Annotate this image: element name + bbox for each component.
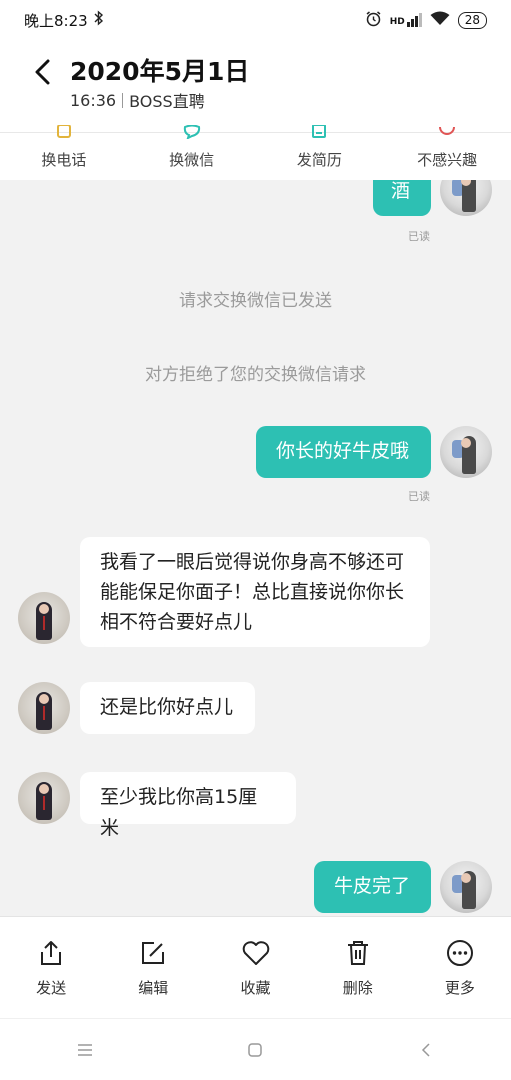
status-bar: 晚上8:23 HD 28	[0, 0, 511, 40]
system-message: 对方拒绝了您的交换微信请求	[145, 365, 366, 385]
menu-nav-button[interactable]	[65, 1030, 105, 1070]
action-label: 不感兴趣	[417, 151, 478, 169]
message-text: 还是比你好点儿	[100, 696, 234, 718]
phone-icon	[56, 125, 71, 138]
more-button[interactable]: 更多	[409, 917, 511, 1018]
contact-avatar[interactable]	[18, 592, 70, 644]
back-nav-button[interactable]	[406, 1030, 446, 1070]
edit-icon	[139, 939, 167, 967]
contact-avatar[interactable]	[18, 682, 70, 734]
chevron-left-icon	[35, 59, 50, 85]
message-text: 酒	[391, 180, 411, 202]
chat-time: 16:36	[70, 90, 117, 110]
chat-source: BOSS直聘	[129, 92, 205, 111]
back-button[interactable]	[26, 56, 58, 88]
message-text: 牛皮完了	[334, 875, 411, 897]
my-avatar[interactable]	[440, 861, 492, 913]
message-text: 你长的好牛皮哦	[276, 440, 410, 462]
message-text-line: 能能保足你面子！总比直接说你你长	[100, 581, 405, 603]
action-label: 换微信	[169, 151, 215, 169]
chat-messages[interactable]: 酒 已读 请求交换微信已发送 对方拒绝了您的交换微信请求 你长的好牛皮哦 已读 …	[0, 180, 511, 916]
system-navigation-bar	[0, 1018, 511, 1080]
system-message: 请求交换微信已发送	[179, 291, 332, 311]
home-nav-button[interactable]	[235, 1030, 275, 1070]
tool-label: 编辑	[138, 979, 169, 997]
message-bubble[interactable]: 你长的好牛皮哦	[256, 426, 431, 478]
read-status: 已读	[408, 490, 430, 503]
edit-button[interactable]: 编辑	[102, 917, 204, 1018]
quick-action-bar: 换电话 换微信 发简历 不感兴趣	[0, 125, 511, 180]
favorite-button[interactable]: 收藏	[204, 917, 306, 1018]
network-type: HD	[389, 17, 405, 27]
message-text-line: 我看了一眼后觉得说你身高不够还可	[100, 551, 405, 573]
message-text: 至少我比你高15厘米	[100, 786, 258, 839]
message-bubble[interactable]: 至少我比你高15厘米	[80, 772, 296, 839]
message-bubble[interactable]: 酒	[373, 180, 431, 216]
tool-label: 更多	[444, 979, 475, 997]
swap-phone-button[interactable]: 换电话	[0, 125, 128, 180]
trash-icon	[344, 939, 372, 967]
message-bubble[interactable]: 我看了一眼后觉得说你身高不够还可 能能保足你面子！总比直接说你你长 相不符合要好…	[80, 537, 430, 647]
home-icon	[248, 1042, 263, 1057]
send-button[interactable]: 发送	[0, 917, 102, 1018]
my-avatar[interactable]	[440, 426, 492, 478]
page-subtitle: 16:36 BOSS直聘	[70, 88, 205, 112]
status-time: 晚上8:23	[24, 11, 88, 30]
message-bubble[interactable]: 牛皮完了	[314, 861, 431, 913]
share-icon	[37, 939, 65, 967]
tool-label: 删除	[342, 979, 373, 997]
divider	[122, 92, 124, 108]
tool-label: 收藏	[240, 979, 271, 997]
swap-wechat-button[interactable]: 换微信	[128, 125, 256, 180]
alarm-icon	[365, 10, 382, 30]
message-bubble[interactable]: 还是比你好点儿	[80, 682, 255, 734]
not-interested-button[interactable]: 不感兴趣	[383, 126, 511, 180]
battery-indicator: 28	[457, 11, 487, 29]
action-label: 发简历	[296, 151, 342, 169]
heart-icon	[242, 939, 270, 967]
action-label: 换电话	[41, 151, 87, 169]
more-icon	[446, 939, 474, 967]
message-action-toolbar: 发送 编辑 收藏 删除 更多	[0, 916, 511, 1018]
not-interested-icon	[439, 126, 456, 135]
wifi-icon	[430, 11, 450, 29]
back-icon	[421, 1042, 430, 1057]
signal-icon: HD	[390, 13, 422, 27]
resume-icon	[312, 125, 327, 138]
contact-avatar[interactable]	[18, 772, 70, 824]
menu-icon	[78, 1043, 93, 1056]
wechat-icon	[183, 125, 200, 139]
message-text-line: 相不符合要好点儿	[100, 611, 253, 633]
send-resume-button[interactable]: 发简历	[256, 125, 384, 180]
delete-button[interactable]: 删除	[307, 917, 409, 1018]
bluetooth-icon	[94, 10, 104, 30]
chat-header: 2020年5月1日 16:36 BOSS直聘	[0, 40, 511, 132]
page-title: 2020年5月1日	[70, 57, 250, 86]
my-avatar[interactable]	[440, 180, 492, 216]
read-status: 已读	[408, 230, 430, 243]
tool-label: 发送	[36, 979, 67, 997]
